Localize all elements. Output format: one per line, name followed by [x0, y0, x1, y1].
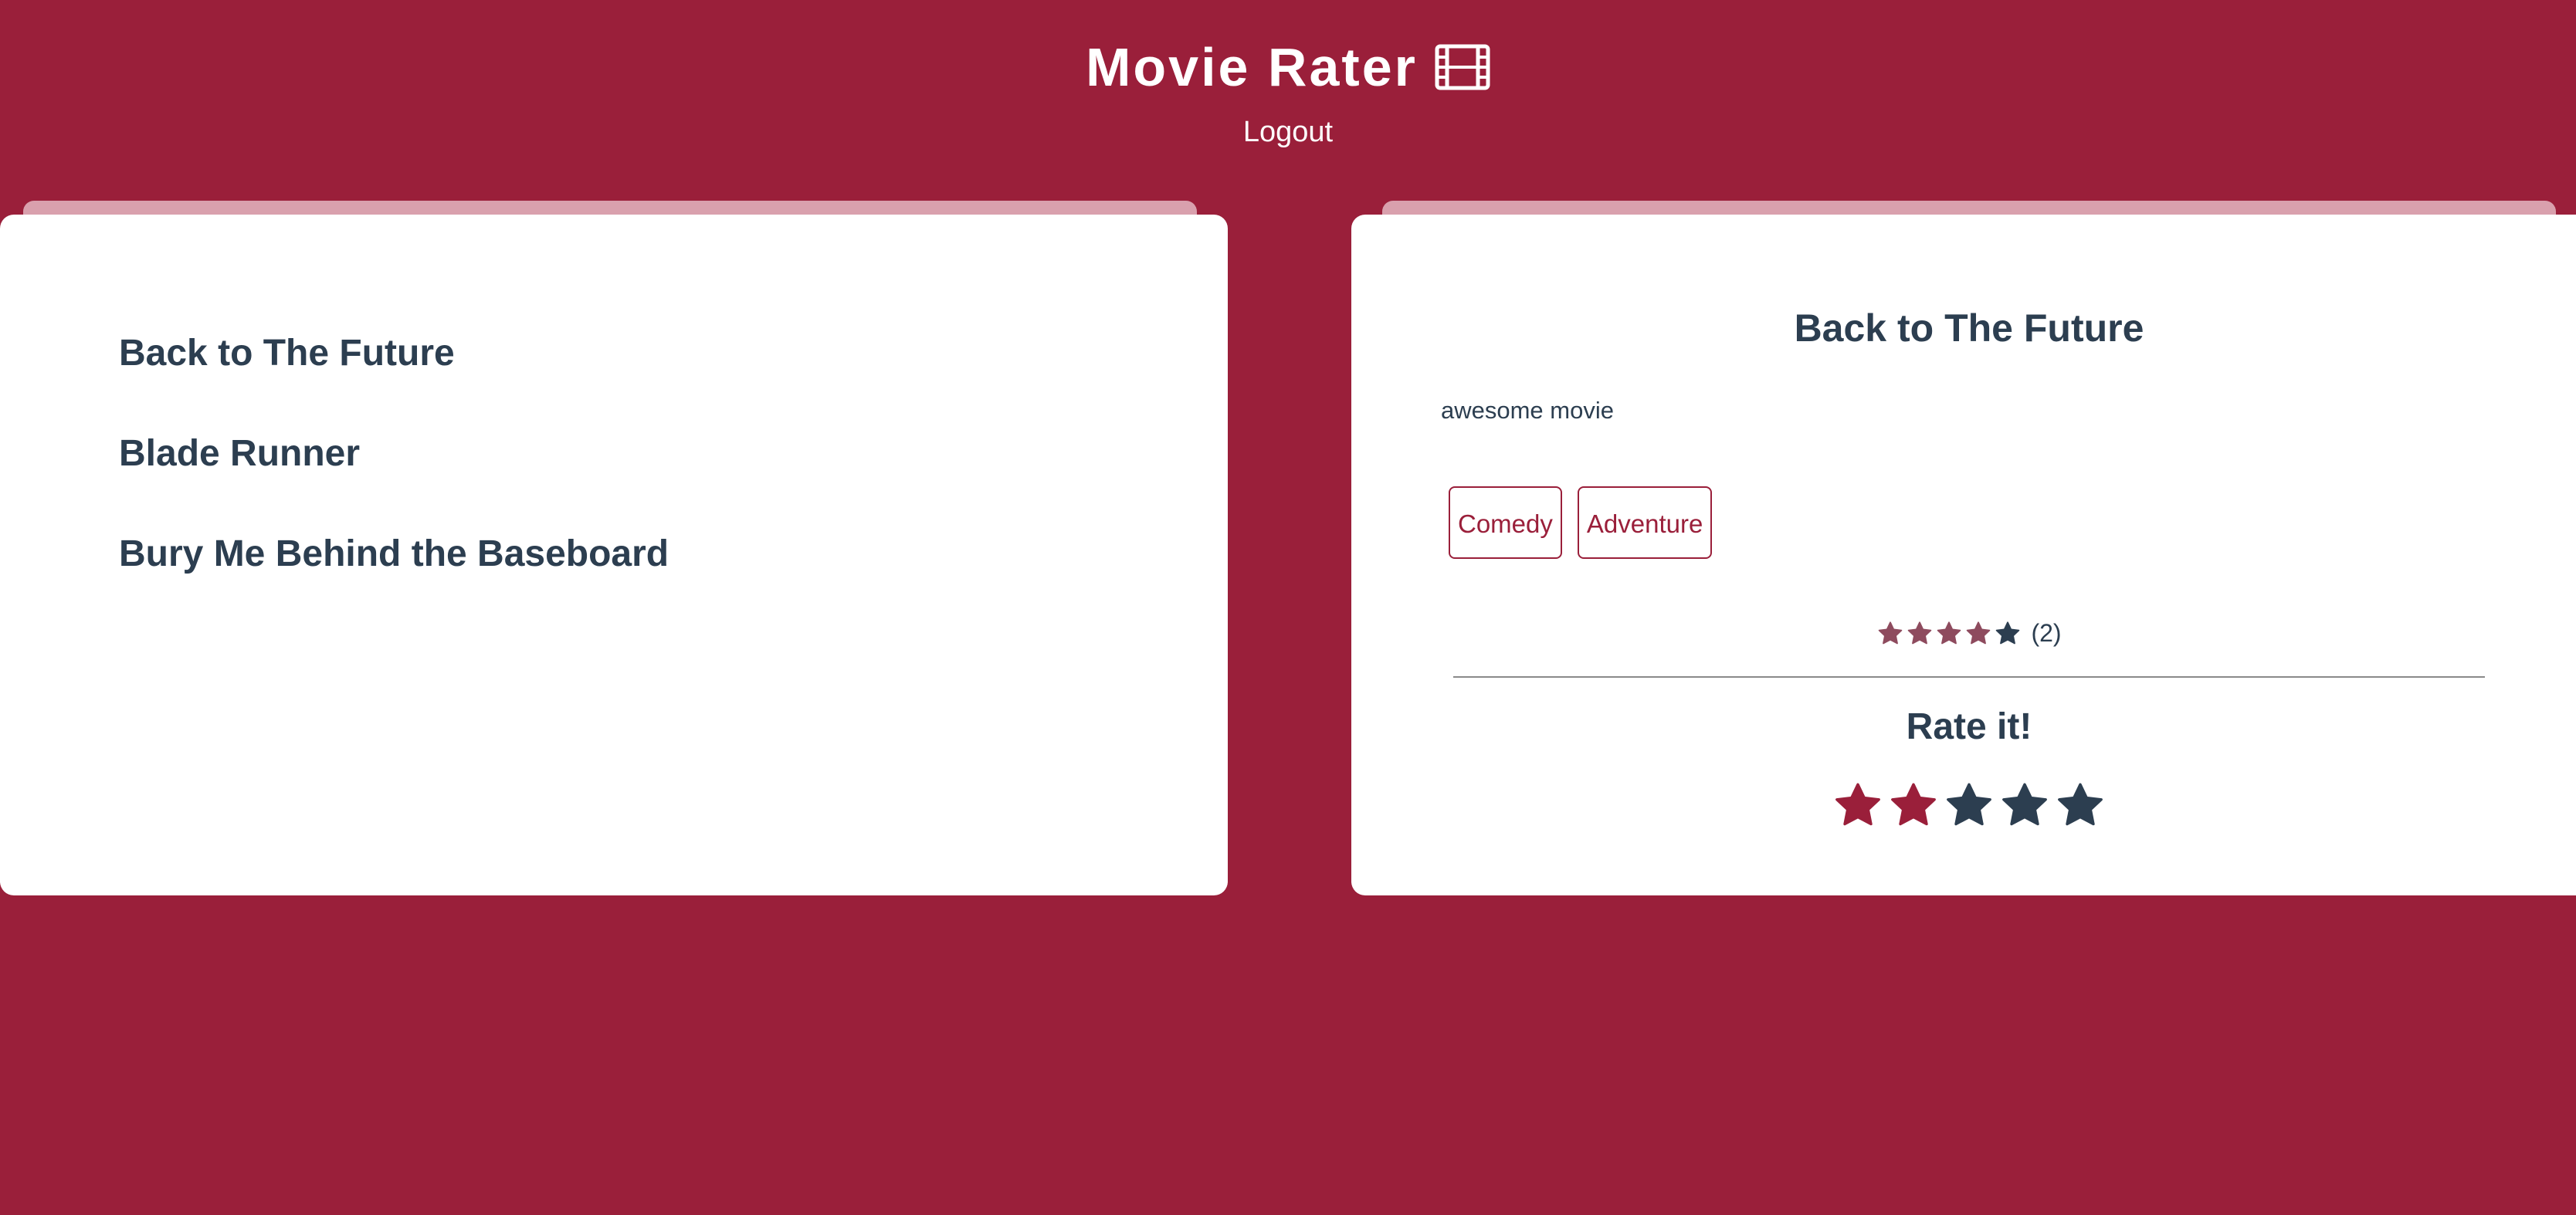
movie-detail-title: Back to The Future — [1794, 306, 2144, 350]
film-icon — [1435, 44, 1490, 90]
app-root: Movie Rater Logout Back to The Future Bl… — [0, 0, 2576, 1215]
average-rating: (2) — [1351, 619, 2576, 648]
average-star-icon — [1994, 620, 2022, 648]
average-star-icon — [1935, 620, 1963, 648]
rate-star-icon[interactable] — [1943, 780, 1995, 832]
title-row: Movie Rater — [0, 32, 2576, 102]
genre-tag-adventure[interactable]: Adventure — [1577, 486, 1713, 559]
genre-tag-comedy[interactable]: Comedy — [1449, 486, 1562, 559]
movie-list-card: Back to The Future Blade Runner Bury Me … — [0, 215, 1228, 895]
rate-star-icon[interactable] — [1998, 780, 2051, 832]
average-star-icon — [1876, 620, 1904, 648]
logout-link[interactable]: Logout — [0, 116, 2576, 149]
average-star-icon — [1906, 620, 1934, 648]
rate-star-icon[interactable] — [1887, 780, 1940, 832]
rating-count: (2) — [2031, 619, 2062, 647]
rate-star-icon[interactable] — [2054, 780, 2107, 832]
app-title: Movie Rater — [1086, 37, 1418, 97]
genre-tags: Comedy Adventure — [1449, 486, 1713, 559]
rate-stars — [1351, 780, 2576, 832]
rate-star-icon[interactable] — [1832, 780, 1884, 832]
rate-heading: Rate it! — [1906, 706, 2032, 747]
average-star-icon — [1964, 620, 1992, 648]
movie-list: Back to The Future Blade Runner Bury Me … — [119, 330, 669, 631]
movie-list-item[interactable]: Blade Runner — [119, 431, 669, 531]
movie-list-item[interactable]: Back to The Future — [119, 330, 669, 431]
movie-detail-card: Back to The Future awesome movie Comedy … — [1351, 215, 2576, 895]
movie-description: awesome movie — [1441, 397, 1614, 424]
divider — [1453, 676, 2485, 678]
movie-list-item[interactable]: Bury Me Behind the Baseboard — [119, 531, 669, 631]
